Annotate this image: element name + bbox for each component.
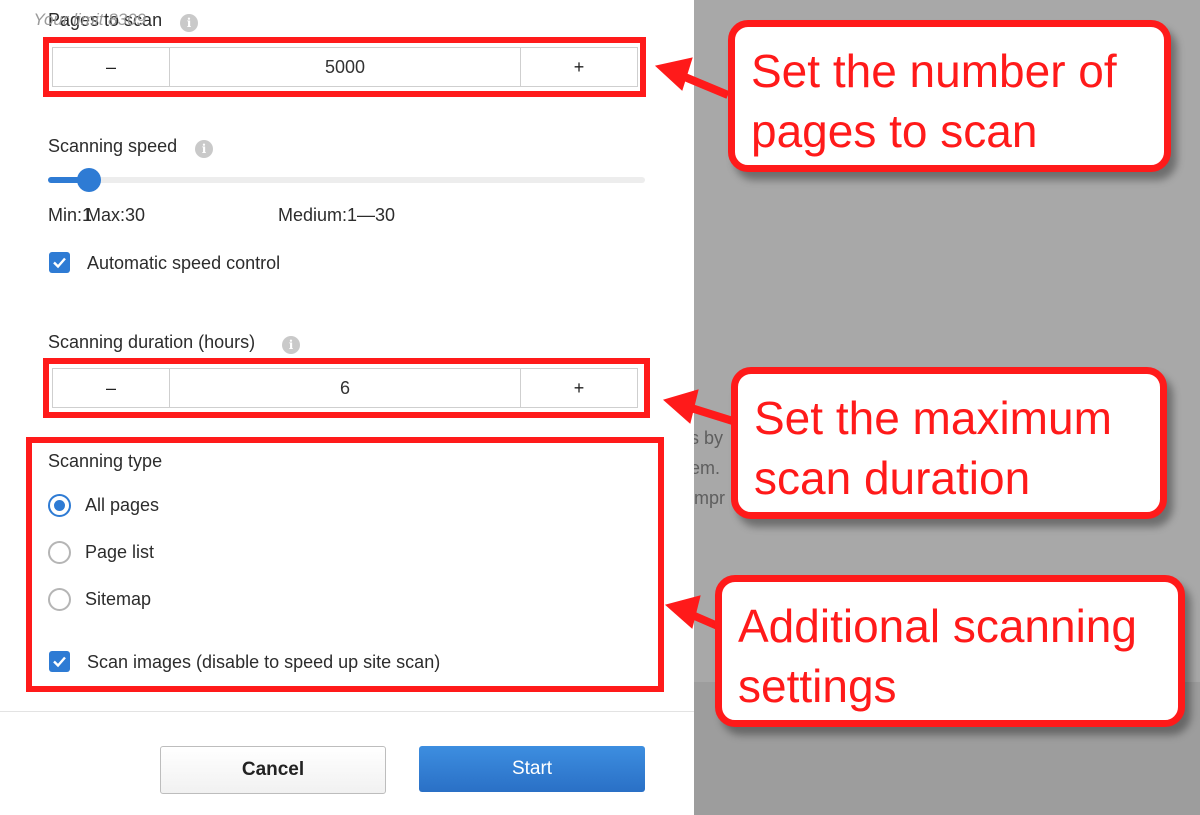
callout-settings: Additional scanning settings [715, 575, 1185, 727]
arrow-line [686, 403, 738, 426]
arrow-head [664, 595, 701, 629]
arrow-head [654, 57, 693, 91]
callout-pages: Set the number of pages to scan [728, 20, 1171, 172]
callout-duration: Set the maximum scan duration [731, 367, 1167, 519]
callout-line: Set the number of [751, 45, 1117, 97]
callout-line: pages to scan [751, 105, 1038, 157]
arrow-head [662, 389, 699, 424]
callout-line: Set the maximum [754, 392, 1112, 444]
callout-line: scan duration [754, 452, 1031, 504]
arrow-line [678, 71, 730, 99]
callout-line: settings [738, 660, 897, 712]
callout-line: Additional scanning [738, 600, 1137, 652]
